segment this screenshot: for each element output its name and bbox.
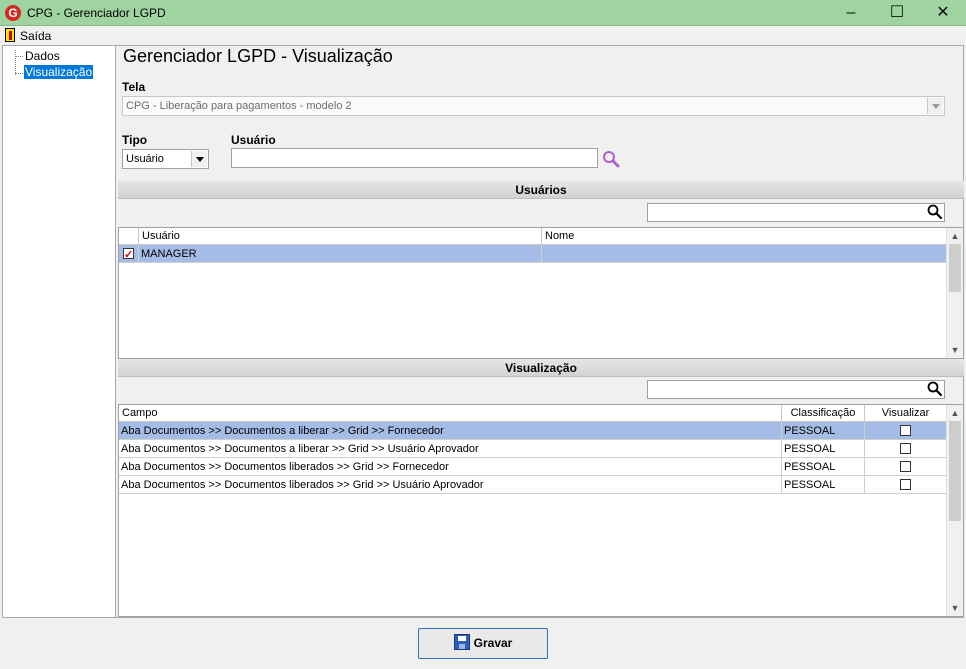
window-title: CPG - Gerenciador LGPD xyxy=(27,6,166,20)
tipo-label: Tipo xyxy=(122,133,148,147)
maximize-button[interactable]: ☐ xyxy=(874,0,920,26)
row-checkbox[interactable] xyxy=(123,246,134,263)
tipo-select[interactable]: Usuário xyxy=(122,149,209,169)
tela-select-value: CPG - Liberação para pagamentos - modelo… xyxy=(126,100,352,112)
search-icon[interactable] xyxy=(927,204,943,220)
grid-header-classificacao[interactable]: Classificação xyxy=(782,405,865,422)
chevron-down-icon[interactable] xyxy=(191,151,207,167)
cell-campo: Aba Documentos >> Documentos a liberar >… xyxy=(119,422,782,440)
tela-label: Tela xyxy=(122,80,146,94)
scroll-down-icon[interactable]: ▼ xyxy=(947,601,963,615)
table-row[interactable]: Aba Documentos >> Documentos liberados >… xyxy=(119,458,947,476)
exit-door-icon[interactable] xyxy=(5,28,15,42)
navigation-tree xyxy=(3,46,116,617)
grid-header-check xyxy=(119,228,139,245)
cell-classificacao: PESSOAL xyxy=(782,422,865,440)
scroll-up-icon[interactable]: ▲ xyxy=(947,229,963,243)
minimize-button[interactable]: – xyxy=(828,0,874,26)
scrollbar-thumb[interactable] xyxy=(949,421,961,521)
table-row[interactable]: Aba Documentos >> Documentos a liberar >… xyxy=(119,440,947,458)
cell-campo: Aba Documentos >> Documentos liberados >… xyxy=(119,476,782,494)
row-checkbox-cell xyxy=(119,245,139,263)
search-icon[interactable] xyxy=(927,381,943,397)
search-icon[interactable] xyxy=(602,150,620,168)
grid-header-nome[interactable]: Nome xyxy=(542,228,947,245)
menu-bar xyxy=(0,26,966,45)
tree-item-visualizacao[interactable]: Visualização xyxy=(24,65,94,79)
cell-visualizar xyxy=(865,422,947,440)
view-search-value xyxy=(648,382,651,396)
visualizar-checkbox[interactable] xyxy=(900,443,911,454)
tree-connector xyxy=(15,50,16,75)
table-row[interactable]: Aba Documentos >> Documentos a liberar >… xyxy=(119,422,947,440)
cell-campo: Aba Documentos >> Documentos liberados >… xyxy=(119,458,782,476)
cell-classificacao: PESSOAL xyxy=(782,440,865,458)
table-row[interactable]: MANAGER xyxy=(119,245,947,263)
cell-nome xyxy=(542,245,947,263)
users-section-header: Usuários xyxy=(118,181,964,199)
chevron-down-icon[interactable] xyxy=(927,98,943,114)
tree-item-dados[interactable]: Dados xyxy=(24,49,61,63)
cell-visualizar xyxy=(865,440,947,458)
view-search-input[interactable] xyxy=(647,380,945,399)
usuario-input[interactable] xyxy=(231,148,598,168)
grid-header-campo[interactable]: Campo xyxy=(119,405,782,422)
cell-visualizar xyxy=(865,458,947,476)
users-search-input[interactable] xyxy=(647,203,945,222)
grid-header-usuario[interactable]: Usuário xyxy=(139,228,542,245)
cell-classificacao: PESSOAL xyxy=(782,476,865,494)
usuario-input-value xyxy=(232,151,235,165)
menu-item-exit[interactable]: Saída xyxy=(20,29,51,43)
page-title: Gerenciador LGPD - Visualização xyxy=(123,46,393,66)
app-logo-icon: G xyxy=(5,5,21,21)
scrollbar-thumb[interactable] xyxy=(949,244,961,292)
visualizar-checkbox[interactable] xyxy=(900,479,911,490)
save-button-label: Gravar xyxy=(473,636,513,650)
cell-visualizar xyxy=(865,476,947,494)
tree-connector xyxy=(15,73,23,74)
scroll-down-icon[interactable]: ▼ xyxy=(947,343,963,357)
cell-classificacao: PESSOAL xyxy=(782,458,865,476)
view-grid-scrollbar[interactable]: ▲ ▼ xyxy=(946,405,963,616)
users-grid: Usuário Nome MANAGER ▲ ▼ xyxy=(118,227,964,359)
table-row[interactable]: Aba Documentos >> Documentos liberados >… xyxy=(119,476,947,494)
tela-select[interactable]: CPG - Liberação para pagamentos - modelo… xyxy=(122,96,945,116)
cell-usuario: MANAGER xyxy=(139,245,542,263)
visualizar-checkbox[interactable] xyxy=(900,461,911,472)
grid-header-visualizar[interactable]: Visualizar xyxy=(865,405,947,422)
floppy-disk-icon xyxy=(453,634,470,651)
visualizar-checkbox[interactable] xyxy=(900,425,911,436)
scroll-up-icon[interactable]: ▲ xyxy=(947,406,963,420)
save-button[interactable]: Gravar xyxy=(418,628,548,659)
tipo-select-value: Usuário xyxy=(126,153,164,165)
close-button[interactable]: ✕ xyxy=(920,0,966,26)
view-grid: Campo Classificação Visualizar Aba Docum… xyxy=(118,404,964,617)
view-section-header: Visualização xyxy=(118,359,964,377)
users-search-value xyxy=(648,205,651,219)
tree-connector xyxy=(15,56,23,57)
usuario-label: Usuário xyxy=(231,133,276,147)
cell-campo: Aba Documentos >> Documentos a liberar >… xyxy=(119,440,782,458)
users-grid-scrollbar[interactable]: ▲ ▼ xyxy=(946,228,963,358)
